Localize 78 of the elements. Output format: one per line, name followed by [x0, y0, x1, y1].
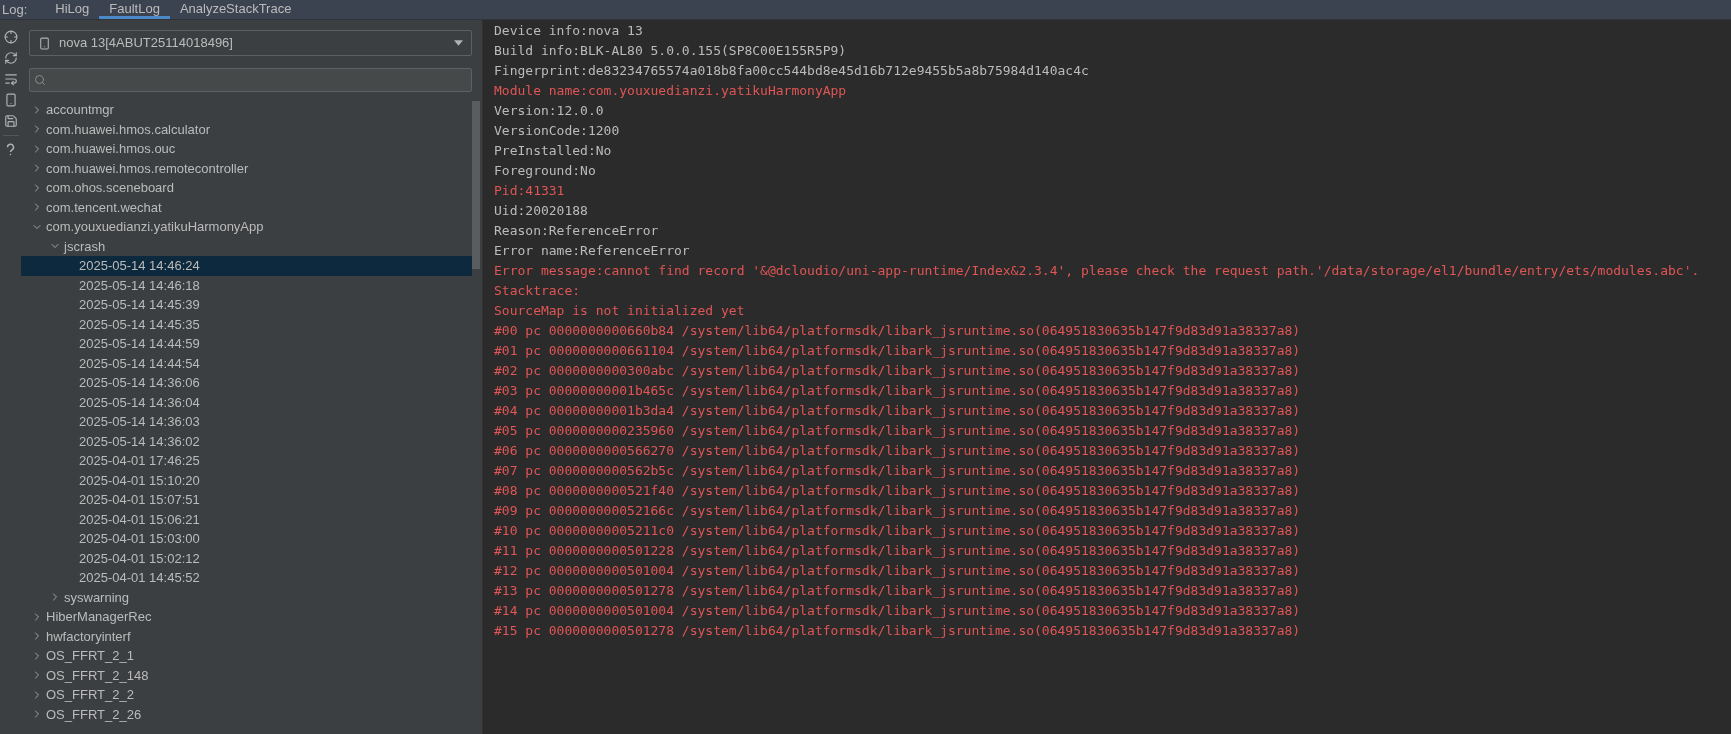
tree-item[interactable]: OS_FFRT_2_2 — [21, 685, 472, 705]
tree-item[interactable]: 2025-04-01 14:45:52 — [21, 568, 472, 588]
log-line: Module name:com.youxuedianzi.yatikuHarmonyApp — [494, 82, 848, 100]
refresh-icon[interactable] — [3, 51, 18, 65]
device-dropdown[interactable]: nova 13[4ABUT25114018496] — [29, 30, 472, 56]
log-line: PreInstalled:No — [494, 142, 613, 160]
tab[interactable]: HiLog — [45, 0, 100, 19]
tree-item[interactable]: com.tencent.wechat — [21, 197, 472, 217]
tree-item[interactable]: 2025-05-14 14:36:03 — [21, 412, 472, 432]
tree-item[interactable]: 2025-04-01 15:07:51 — [21, 490, 472, 510]
wrap-icon[interactable] — [3, 72, 18, 86]
search-icon — [34, 74, 46, 86]
log-line: Error message:cannot find record '&@dcloudio/uni-app-runtime/Index&2.3.4', please check the request path.'/data/storage/el1/bundle/entry/ets/modules.abc'. — [494, 262, 1701, 280]
log-line: #08 pc 0000000000521f40 /system/lib64/platformsdk/libark_jsruntime.so(064951830635b147f9d83d91a38337a8) — [494, 482, 1302, 500]
tree-item[interactable]: jscrash — [21, 236, 472, 256]
log-line: #00 pc 0000000000660b84 /system/lib64/platformsdk/libark_jsruntime.so(064951830635b147f9d83d91a38337a8) — [494, 322, 1302, 340]
tabs-label: Log: — [2, 1, 28, 19]
log-line: #07 pc 0000000000562b5c /system/lib64/platformsdk/libark_jsruntime.so(064951830635b147f9d83d91a38337a8) — [494, 462, 1302, 480]
tree-item[interactable]: 2025-04-01 15:06:21 — [21, 509, 472, 529]
tree-item[interactable]: com.youxuedianzi.yatikuHarmonyApp — [21, 217, 472, 237]
log-line: Version:12.0.0 — [494, 102, 605, 120]
tree-item[interactable]: com.huawei.hmos.ouc — [21, 139, 472, 159]
save-icon[interactable] — [3, 114, 18, 128]
tree-item[interactable]: 2025-04-01 15:02:12 — [21, 548, 472, 568]
log-line: #12 pc 0000000000501004 /system/lib64/platformsdk/libark_jsruntime.so(064951830635b147f9d83d91a38337a8) — [494, 562, 1302, 580]
tree-item[interactable]: 2025-05-14 14:36:06 — [21, 373, 472, 393]
log-line: Pid:41331 — [494, 182, 566, 200]
log-line: SourceMap is not initialized yet — [494, 302, 746, 320]
tree-item[interactable]: hwfactoryinterf — [21, 626, 472, 646]
tree-item[interactable]: 2025-04-01 15:03:00 — [21, 529, 472, 549]
phone-icon[interactable] — [3, 93, 18, 107]
tree-item[interactable]: 2025-05-14 14:36:02 — [21, 431, 472, 451]
tree-item[interactable]: 2025-05-14 14:45:39 — [21, 295, 472, 315]
log-line: #09 pc 000000000052166c /system/lib64/platformsdk/libark_jsruntime.so(064951830635b147f9d83d91a38337a8) — [494, 502, 1302, 520]
log-line: Foreground:No — [494, 162, 597, 180]
log-line: VersionCode:1200 — [494, 122, 621, 140]
tree-item[interactable]: OS_FFRT_2_1 — [21, 646, 472, 666]
phone-icon — [38, 36, 51, 50]
log-line: Device info:nova 13 — [494, 22, 644, 40]
tree-item[interactable]: accountmgr — [21, 100, 472, 120]
tree-item[interactable]: 2025-05-14 14:46:18 — [21, 275, 472, 295]
log-line: #03 pc 00000000001b465c /system/lib64/platformsdk/libark_jsruntime.so(064951830635b147f9d83d91a38337a8) — [494, 382, 1302, 400]
log-line: #04 pc 00000000001b3da4 /system/lib64/platformsdk/libark_jsruntime.so(064951830635b147f9d83d91a38337a8) — [494, 402, 1302, 420]
log-line: #06 pc 0000000000566270 /system/lib64/platformsdk/libark_jsruntime.so(064951830635b147f9d83d91a38337a8) — [494, 442, 1302, 460]
help-icon[interactable] — [6, 143, 15, 156]
tree-item[interactable]: HiberManagerRec — [21, 607, 472, 627]
tree-item[interactable]: OS_FFRT_2_26 — [21, 704, 472, 724]
tree-item[interactable]: 2025-05-14 14:46:24 — [21, 256, 472, 276]
log-line: #05 pc 0000000000235960 /system/lib64/platformsdk/libark_jsruntime.so(064951830635b147f9d83d91a38337a8) — [494, 422, 1302, 440]
log-line: Uid:20020188 — [494, 202, 589, 220]
tree-item[interactable]: syswarning — [21, 587, 472, 607]
tree-item[interactable]: OS_FFRT_2_148 — [21, 665, 472, 685]
log-line: #13 pc 0000000000501278 /system/lib64/platformsdk/libark_jsruntime.so(064951830635b147f9d83d91a38337a8) — [494, 582, 1302, 600]
log-line: #01 pc 0000000000661104 /system/lib64/platformsdk/libark_jsruntime.so(064951830635b147f9d83d91a38337a8) — [494, 342, 1302, 360]
log-line: #14 pc 0000000000501004 /system/lib64/platformsdk/libark_jsruntime.so(064951830635b147f9d83d91a38337a8) — [494, 602, 1302, 620]
tab[interactable]: AnalyzeStackTrace — [169, 0, 302, 19]
log-line: #02 pc 0000000000300abc /system/lib64/platformsdk/libark_jsruntime.so(064951830635b147f9d83d91a38337a8) — [494, 362, 1302, 380]
tree-item[interactable]: 2025-05-14 14:45:35 — [21, 314, 472, 334]
search-field[interactable] — [29, 68, 472, 92]
tree-item[interactable]: 2025-04-01 17:46:25 — [21, 451, 472, 471]
tree-item[interactable]: 2025-05-14 14:44:54 — [21, 353, 472, 373]
log-line: #15 pc 0000000000501278 /system/lib64/platformsdk/libark_jsruntime.so(064951830635b147f9d83d91a38337a8) — [494, 622, 1302, 640]
log-line: Fingerprint:de83234765574a018b8fa00cc544bd8e45d16b712e9455b5a8b75984d140ac4c — [494, 62, 1090, 80]
tree-item[interactable]: 2025-05-14 14:44:59 — [21, 334, 472, 354]
scrollbar[interactable] — [472, 101, 480, 269]
tree-item[interactable]: com.ohos.sceneboard — [21, 178, 472, 198]
tree-item[interactable]: 2025-05-14 14:36:04 — [21, 392, 472, 412]
log-line: Stacktrace: — [494, 282, 582, 300]
log-line: #10 pc 00000000005211c0 /system/lib64/platformsdk/libark_jsruntime.so(064951830635b147f9d83d91a38337a8) — [494, 522, 1302, 540]
tree-item[interactable]: 2025-04-01 15:10:20 — [21, 470, 472, 490]
log-line: Build info:BLK-AL80 5.0.0.155(SP8C00E155R5P9) — [494, 42, 848, 60]
log-line: #11 pc 0000000000501228 /system/lib64/platformsdk/libark_jsruntime.so(064951830635b147f9d83d91a38337a8) — [494, 542, 1302, 560]
log-line: Error name:ReferenceError — [494, 242, 691, 260]
tree-item[interactable]: com.huawei.hmos.remotecontroller — [21, 158, 472, 178]
log-line: Reason:ReferenceError — [494, 222, 660, 240]
caret-icon — [454, 40, 463, 46]
crosshair-icon[interactable] — [3, 30, 18, 44]
tree-item[interactable]: com.huawei.hmos.calculator — [21, 119, 472, 139]
